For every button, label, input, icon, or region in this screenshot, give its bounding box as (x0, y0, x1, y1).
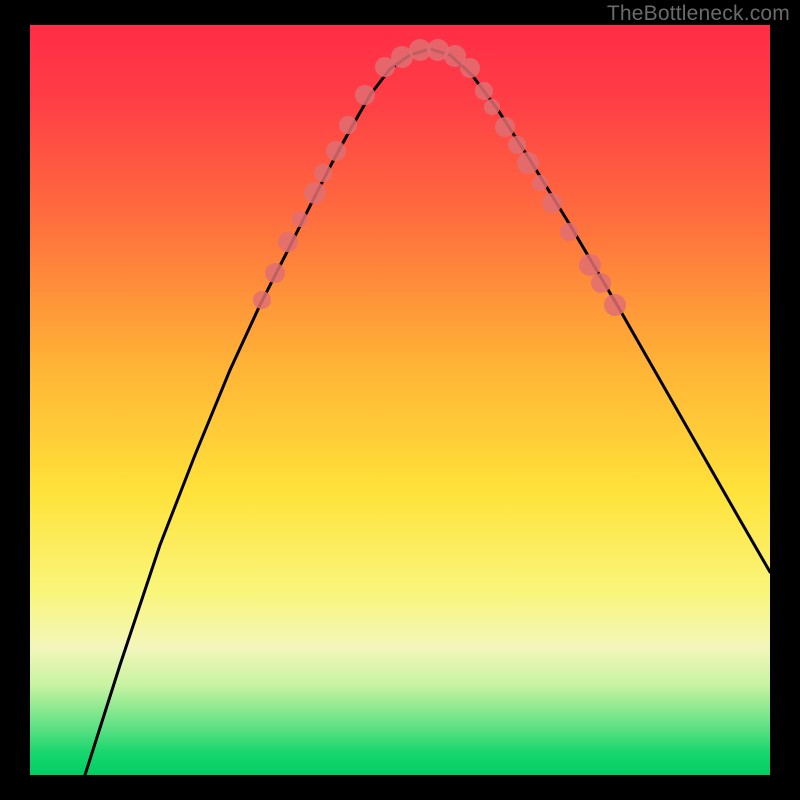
watermark-text: TheBottleneck.com (607, 2, 790, 26)
data-point (292, 211, 308, 227)
data-point (517, 152, 539, 174)
data-point (508, 136, 526, 154)
data-point (484, 99, 500, 115)
data-point (339, 116, 357, 134)
data-point (532, 175, 548, 191)
data-point (278, 232, 298, 252)
plot-area (30, 25, 770, 775)
data-point (560, 223, 578, 241)
data-point (495, 117, 515, 137)
curve-layer (85, 49, 770, 775)
chart-frame: TheBottleneck.com (0, 0, 800, 800)
data-point (304, 182, 326, 204)
data-point (265, 263, 285, 283)
data-point (604, 294, 626, 316)
data-point (314, 164, 332, 182)
main-curve (85, 49, 770, 775)
data-point (579, 254, 601, 276)
data-point (475, 82, 493, 100)
chart-svg (30, 25, 770, 775)
data-point (253, 291, 271, 309)
data-point (542, 193, 562, 213)
data-point (326, 141, 346, 161)
data-point (460, 58, 480, 78)
scatter-layer (253, 39, 626, 316)
data-point (591, 273, 611, 293)
data-point (355, 85, 375, 105)
